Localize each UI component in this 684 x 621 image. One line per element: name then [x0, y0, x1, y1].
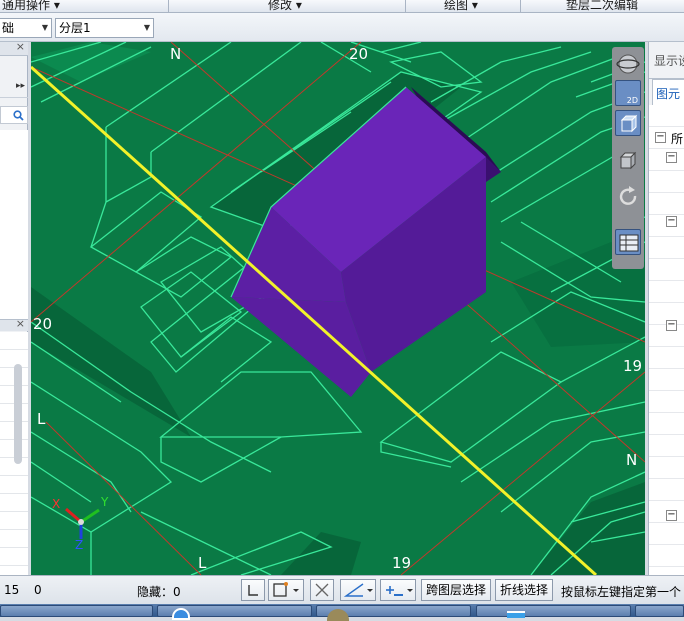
- polyline-select-button[interactable]: 折线选择: [495, 579, 553, 601]
- snap-box-icon: [273, 582, 299, 597]
- taskbar-button[interactable]: [635, 605, 684, 617]
- component-list[interactable]: [0, 130, 28, 320]
- command-hint: 按鼠标左键指定第一个: [561, 585, 682, 599]
- orbit-sphere-button[interactable]: [615, 51, 641, 77]
- ribbon-group-general[interactable]: 通用操作 ▾: [2, 0, 60, 13]
- panel-header-2: ×: [0, 317, 28, 331]
- chevron-down-icon: ▼: [41, 23, 48, 32]
- gizmo-y-label: Y: [100, 495, 109, 509]
- browser-icon: [172, 608, 190, 620]
- gizmo-x-label: X: [52, 497, 60, 511]
- status-bar: 15 0 隐藏：0 跨图层选择 折线选择 按鼠标左键指定第一个: [0, 575, 684, 604]
- tab-display-settings[interactable]: 显示设: [654, 52, 684, 74]
- 3d-viewport[interactable]: N 20 20 L 19 N L 19 X Y Z: [31, 42, 645, 575]
- panel-header: ×: [0, 40, 28, 56]
- view-2d-label: 2D: [626, 96, 638, 105]
- ribbon-group-bar: 通用操作 ▾ 修改 ▾ 绘图 ▾ 垫层二次编辑: [0, 0, 684, 13]
- ribbon-group-draw[interactable]: 绘图 ▾: [444, 0, 478, 13]
- status-value-1: 15: [4, 583, 20, 597]
- panel-search-field[interactable]: [0, 106, 28, 124]
- cross-layer-select-button[interactable]: 跨图层选择: [421, 579, 491, 601]
- tab-elements[interactable]: 图元: [652, 79, 684, 105]
- axis-label-right-19: 19: [623, 357, 642, 375]
- collapse-icon[interactable]: −: [666, 216, 677, 227]
- axis-label-bottom-l: L: [198, 554, 207, 572]
- chevron-down-icon: ▼: [143, 23, 150, 32]
- axis-label-right-n: N: [626, 451, 637, 469]
- ribbon-group-cushion-edit[interactable]: 垫层二次编辑: [566, 0, 638, 13]
- scrollbar-thumb[interactable]: [14, 364, 22, 464]
- rotate-view-button[interactable]: [615, 184, 641, 210]
- hidden-count: 隐藏：0: [137, 585, 181, 599]
- panel-expand-row[interactable]: ▸▸: [0, 80, 28, 98]
- taskbar-button[interactable]: [476, 605, 631, 618]
- taskbar-button[interactable]: [316, 605, 471, 621]
- collapse-icon[interactable]: −: [655, 132, 666, 143]
- ortho-toggle-button[interactable]: [241, 579, 265, 601]
- sphere-icon: [616, 54, 640, 74]
- layer-select[interactable]: 分层1 ▼: [55, 18, 154, 38]
- close-icon[interactable]: ×: [16, 40, 25, 53]
- divider: [168, 0, 169, 13]
- disable-snap-button[interactable]: [310, 579, 334, 601]
- close-icon[interactable]: ×: [16, 317, 25, 330]
- layer-tree[interactable]: [649, 105, 684, 575]
- axis-label-bottom-19: 19: [392, 554, 411, 572]
- collapse-icon[interactable]: −: [666, 320, 677, 331]
- search-icon[interactable]: [13, 110, 24, 121]
- right-panel: 显示设 图元 − 所 − − − −: [648, 42, 684, 575]
- taskbar-button[interactable]: [0, 605, 153, 617]
- collapse-icon[interactable]: −: [666, 152, 677, 163]
- layer-panel-button[interactable]: [615, 229, 641, 255]
- divider: [405, 0, 406, 13]
- app-avatar-icon: [327, 609, 349, 621]
- gizmo-z-label: Z: [75, 538, 83, 552]
- offset-mode-button[interactable]: [380, 579, 416, 601]
- ortho-icon: [248, 585, 258, 596]
- angle-mode-button[interactable]: [340, 579, 376, 601]
- axis-label-top-20: 20: [349, 45, 368, 63]
- left-panel: × ▸▸ ×: [0, 40, 28, 575]
- status-value-2: 0: [34, 583, 42, 597]
- view-solid-button[interactable]: [615, 148, 641, 174]
- selection-toolbar: 础 ▼ 分层1 ▼: [0, 13, 684, 42]
- axis-label-left-20: 20: [33, 315, 52, 333]
- axis-label-left-l: L: [37, 410, 46, 428]
- rotate-icon: [619, 186, 637, 205]
- taskbar-button[interactable]: [157, 605, 312, 620]
- tree-root-label: 所: [671, 132, 684, 146]
- layer-value: 分层1: [59, 21, 91, 35]
- ribbon-group-modify[interactable]: 修改 ▾: [268, 0, 302, 13]
- snap-mode-button[interactable]: [268, 579, 304, 601]
- component-type-select[interactable]: 础 ▼: [0, 18, 52, 38]
- component-type-value: 础: [2, 21, 15, 35]
- grid-panel-icon: [619, 234, 639, 252]
- view-navigation-toolbar: 2D: [612, 47, 644, 269]
- cross-icon: [315, 583, 329, 597]
- cube-wire-icon: [620, 114, 638, 133]
- windows-taskbar: [0, 604, 684, 621]
- angle-icon: [343, 583, 373, 597]
- double-arrow-icon[interactable]: ▸▸: [16, 81, 25, 91]
- cube-solid-icon: [619, 151, 637, 170]
- divider: [520, 0, 521, 13]
- axis-label-top-n: N: [170, 45, 181, 63]
- view-2d-button[interactable]: 2D: [615, 80, 641, 106]
- collapse-icon[interactable]: −: [666, 510, 677, 521]
- view-3d-wire-button[interactable]: [615, 110, 641, 136]
- gizmo-origin: [78, 519, 84, 525]
- plus-line-icon: [386, 586, 413, 596]
- scene-canvas[interactable]: N 20 20 L 19 N L 19 X Y Z: [31, 42, 645, 575]
